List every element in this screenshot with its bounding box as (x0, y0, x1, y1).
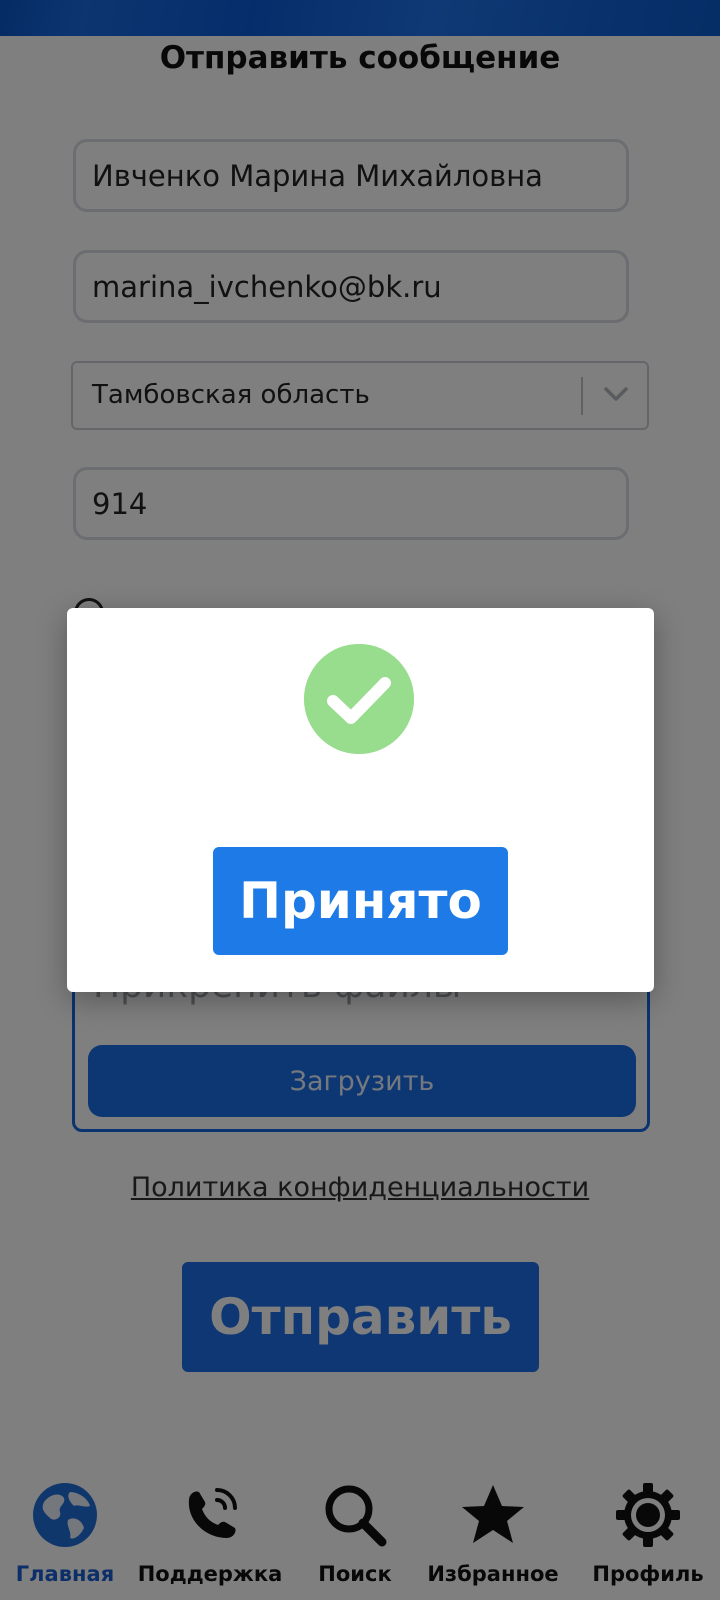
send-message-screen: Отправить сообщение Ивченко Марина Михай… (0, 0, 720, 1600)
checkmark-icon (304, 644, 414, 754)
accept-button[interactable]: Принято (213, 847, 508, 955)
success-dialog: Принято (67, 608, 654, 992)
